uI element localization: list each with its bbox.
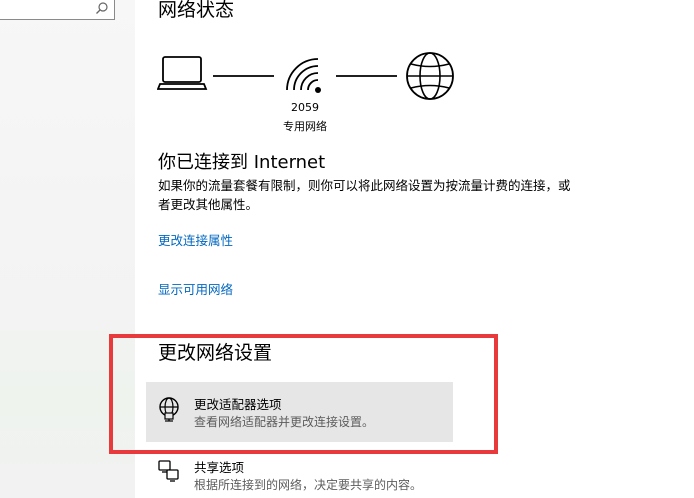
search-input[interactable]	[0, 0, 115, 20]
network-type: 专用网络	[283, 120, 327, 133]
option-description: 根据所连接到的网络，决定要共享的内容。	[194, 478, 423, 492]
change-adapter-options[interactable]: 更改适配器选项 查看网络适配器并更改连接设置。	[146, 382, 453, 442]
sharing-options[interactable]: 共享选项 根据所连接到的网络，决定要共享的内容。	[146, 446, 453, 498]
globe-icon	[406, 52, 454, 100]
change-network-settings-title: 更改网络设置	[158, 342, 273, 364]
sharing-icon	[158, 460, 179, 482]
laptop-icon	[157, 56, 208, 90]
network-name: 2059	[291, 101, 319, 114]
show-available-networks-link[interactable]: 显示可用网络	[158, 279, 233, 298]
sidebar	[0, 0, 135, 498]
option-title: 更改适配器选项	[194, 397, 282, 412]
change-connection-properties-link[interactable]: 更改连接属性	[158, 230, 233, 249]
option-description: 查看网络适配器并更改连接设置。	[194, 415, 375, 429]
connection-status-title: 你已连接到 Internet	[158, 152, 326, 173]
adapter-globe-icon	[159, 397, 179, 422]
option-title: 共享选项	[194, 460, 245, 475]
search-icon[interactable]	[95, 1, 109, 15]
wifi-icon	[286, 58, 321, 93]
connection-status-description: 如果你的流量套餐有限制，则你可以将此网络设置为按流量计费的连接，或者更改其他属性…	[158, 178, 571, 212]
page-title: 网络状态	[158, 0, 235, 21]
